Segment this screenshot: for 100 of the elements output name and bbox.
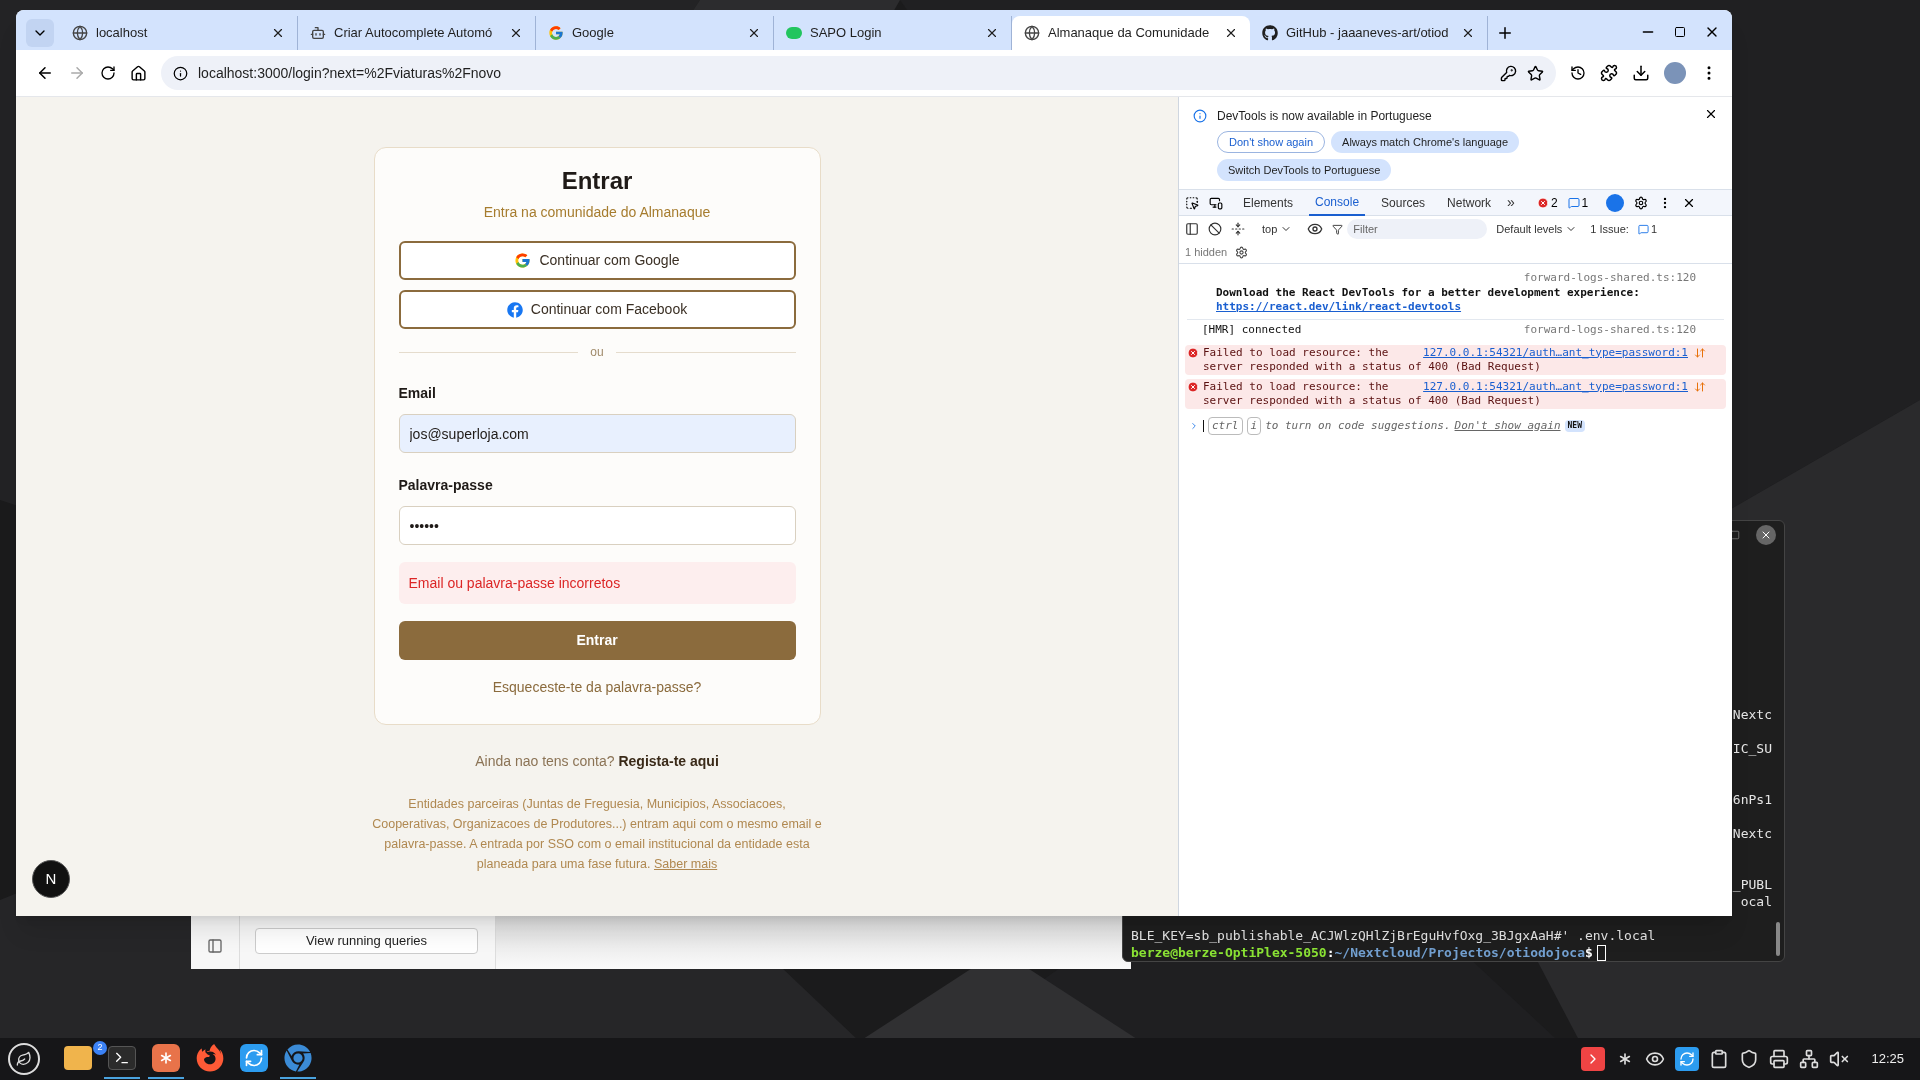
hint-text: to turn on code suggestions. [1265, 417, 1451, 434]
network-request-icon[interactable] [1694, 380, 1706, 393]
oauth-button[interactable]: Continuar com Google [398, 241, 796, 280]
ai-assist-icon[interactable] [1606, 193, 1625, 212]
sync-app-icon[interactable] [240, 1044, 268, 1072]
extensions-icon[interactable] [1600, 64, 1618, 82]
g-logo-icon [514, 252, 532, 269]
terminal-icon[interactable] [108, 1046, 136, 1070]
key-cap: ctrl [1208, 416, 1243, 435]
download-icon[interactable] [1632, 64, 1650, 82]
browser-icon[interactable] [284, 1044, 312, 1072]
sidebar-icon[interactable] [1185, 222, 1199, 236]
signup-link[interactable]: Regista-te aqui [618, 753, 719, 769]
eye-icon[interactable] [1645, 1049, 1666, 1069]
source-link[interactable]: forward-logs-shared.ts:120 [1523, 270, 1696, 287]
settings-icon[interactable] [1235, 246, 1249, 259]
devtools-tab[interactable]: Elements [1237, 189, 1300, 216]
bookmark-star-icon[interactable] [1527, 64, 1544, 82]
dont-show-link[interactable]: Don't show again [1454, 417, 1561, 434]
address-bar[interactable]: localhost:3000/login?next=%2Fviaturas%2Fnovo [161, 56, 1556, 90]
home-icon[interactable] [130, 64, 147, 82]
new-tab-icon[interactable] [1496, 24, 1514, 42]
close-tab-icon[interactable] [985, 26, 999, 40]
notice-button[interactable]: Switch DevTools to Portuguese [1217, 159, 1392, 181]
browser-tab[interactable]: Almanaque da Comunidade [1012, 16, 1250, 50]
reload-icon[interactable] [100, 65, 116, 81]
dev-indicator-badge[interactable]: N [32, 860, 70, 898]
key-icon[interactable] [1500, 64, 1517, 82]
input-field[interactable]: •••••• [398, 506, 796, 545]
network-icon[interactable] [1799, 1049, 1820, 1069]
more-tabs-button[interactable]: » [1507, 192, 1515, 213]
terminal-text: ocal [1740, 893, 1772, 910]
maximize-icon[interactable] [1674, 26, 1686, 38]
tab-title: Criar Autocomplete Automó [334, 24, 494, 43]
close-tab-icon[interactable] [747, 26, 761, 40]
terminal-prompt: berze@berze-OptiPlex-5050:~/Nextcloud/Projectos/otiodojoca$ [1131, 944, 1593, 961]
device-toolbar-icon[interactable] [1209, 195, 1223, 210]
console-message: Failed to load resource: the [1203, 345, 1389, 360]
input-field[interactable]: jos@superloja.com [398, 414, 796, 453]
oauth-button[interactable]: Continuar com Facebook [398, 290, 796, 329]
devtools-tab[interactable]: Network [1441, 189, 1498, 216]
eye-icon[interactable] [1307, 221, 1324, 237]
avatar[interactable] [1664, 62, 1686, 84]
console-message: server responded with a status of 400 (Bad Request) [1203, 393, 1542, 408]
maximize-icon[interactable] [1730, 530, 1740, 540]
close-tab-icon[interactable] [1461, 26, 1475, 40]
hidden-count: 1 hidden [1185, 245, 1228, 261]
filter-field[interactable]: Filter [1347, 219, 1488, 239]
fox-browser-icon[interactable] [196, 1044, 224, 1072]
issues-label: 1 Issue: [1590, 221, 1629, 237]
clock: 12:25 [1871, 1050, 1904, 1069]
resource-link[interactable]: 127.0.0.1:54321/auth…ant_type=password:1 [1423, 379, 1688, 394]
levels-select[interactable]: Default levels [1496, 220, 1578, 238]
terminal-text: BLE_KEY=sb_publishable_ACJWlzQHlZjBrEguHvfOxg_3BJgxAaH#' .env.local [1131, 928, 1656, 943]
clipboard-icon[interactable] [1709, 1049, 1730, 1069]
field-label: Palavra-passe [398, 476, 494, 495]
close-tab-icon[interactable] [509, 26, 523, 40]
context-select[interactable]: top [1262, 220, 1293, 238]
shield-icon[interactable] [1739, 1049, 1760, 1069]
sidebar-icon[interactable] [207, 938, 223, 954]
muted-speaker-icon[interactable] [1829, 1049, 1850, 1069]
new-badge: NEW [1564, 419, 1585, 432]
site-info-icon[interactable] [173, 65, 188, 81]
console-message: [HMR] connected [1202, 322, 1302, 338]
asterisk-app-icon[interactable] [152, 1044, 180, 1072]
close-icon[interactable] [1704, 107, 1718, 121]
source-link[interactable]: forward-logs-shared.ts:120 [1523, 322, 1696, 339]
history-icon[interactable] [1570, 65, 1586, 81]
devtools-tab[interactable]: Sources [1375, 189, 1432, 216]
url-text: localhost:3000/login?next=%2Fviaturas%2Fnovo [198, 63, 503, 83]
notice-button[interactable]: Always match Chrome's language [1331, 131, 1519, 153]
notice-button[interactable]: Don't show again [1217, 131, 1326, 153]
forgot-password-link[interactable]: Esqueceste-te da palavra-passe? [398, 677, 796, 698]
settings-icon[interactable] [1634, 195, 1649, 210]
issue-count[interactable]: 1 [1650, 220, 1657, 238]
collapse-icon[interactable] [1231, 222, 1245, 236]
error-icon [1536, 196, 1549, 209]
inspect-icon[interactable] [1185, 195, 1199, 210]
console-message: Download the React DevTools for a better development experience: [1216, 286, 1641, 299]
clear-icon[interactable] [1208, 222, 1222, 236]
console-link[interactable]: https://react.dev/link/react-devtools [1216, 299, 1462, 313]
close-tab-icon[interactable] [271, 26, 285, 40]
error-count[interactable]: 2 [1550, 193, 1558, 212]
network-request-icon[interactable] [1694, 346, 1706, 359]
tab-list-button[interactable] [26, 19, 54, 47]
view-queries-button[interactable]: View running queries [255, 928, 478, 954]
submit-button[interactable]: Entrar [398, 621, 796, 660]
devtools-tab[interactable]: Console [1309, 189, 1366, 216]
tab-title: SAPO Login [810, 24, 883, 43]
close-button[interactable] [1756, 525, 1776, 545]
resource-link[interactable]: 127.0.0.1:54321/auth…ant_type=password:1 [1423, 345, 1688, 360]
arrow-app-icon[interactable] [1581, 1047, 1606, 1071]
signup-text: Ainda nao tens conta? Regista-te aqui [475, 752, 719, 771]
issue-count[interactable]: 1 [1581, 193, 1589, 212]
error-message: Email ou palavra-passe incorretos [398, 562, 796, 604]
close-tab-icon[interactable] [1224, 26, 1238, 40]
menu-logo-icon[interactable] [8, 1043, 40, 1075]
back-icon[interactable] [36, 64, 54, 82]
sync-icon[interactable] [1675, 1047, 1700, 1071]
printer-icon[interactable] [1769, 1049, 1790, 1069]
